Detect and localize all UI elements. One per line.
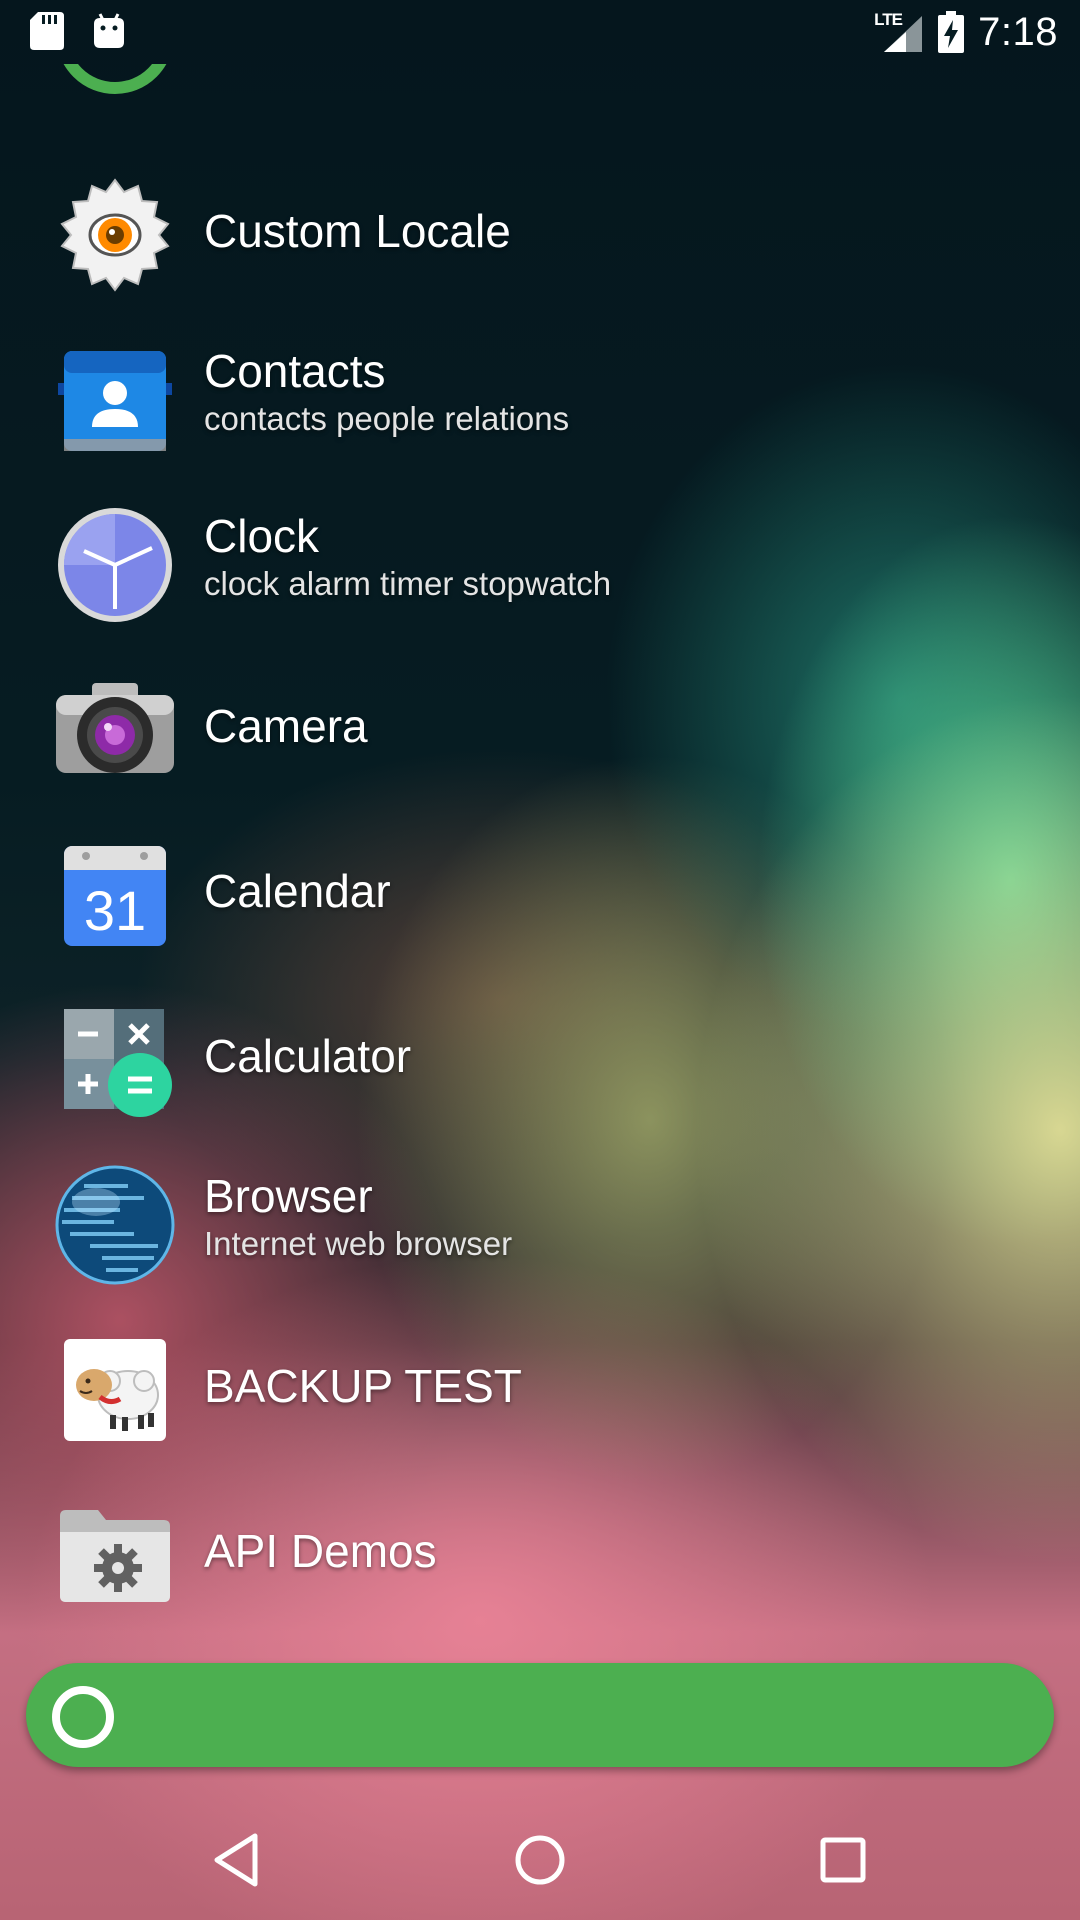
home-button[interactable] [500,1830,580,1890]
app-name: Calculator [204,1030,412,1082]
app-item-browser[interactable]: Browser Internet web browser [0,1144,1080,1304]
custom-locale-gear-icon [54,174,176,296]
sheep-icon [54,1329,176,1451]
app-list[interactable]: Custom Locale Contacts contacts people r… [0,64,1080,1654]
app-name: Clock [204,510,320,562]
android-debug-icon [94,13,124,48]
app-item-calendar[interactable]: 31 Calendar [0,814,1080,974]
folder-gear-icon [54,1494,176,1616]
search-bar[interactable] [26,1663,1054,1767]
recents-button[interactable] [803,1830,883,1890]
app-item-camera[interactable]: Camera [0,649,1080,809]
partial-app-icon [63,64,167,94]
app-name: Browser [204,1170,373,1222]
back-button[interactable] [197,1830,277,1890]
status-time: 7:18 [978,9,1058,54]
calendar-icon: 31 [54,834,176,956]
app-item-contacts[interactable]: Contacts contacts people relations [0,319,1080,479]
app-item-calculator[interactable]: Calculator [0,979,1080,1139]
recents-icon [820,1837,866,1883]
clock-icon [54,504,176,626]
contacts-icon [54,339,176,461]
app-name: API Demos [204,1525,437,1577]
lte-signal-icon: LTE [874,10,924,54]
sd-card-icon [30,12,64,50]
app-subtitle: clock alarm timer stopwatch [204,565,612,602]
calendar-icon-day: 31 [84,879,146,942]
app-subtitle: contacts people relations [204,400,570,437]
camera-icon [54,669,176,791]
app-name: Camera [204,700,368,752]
home-icon [515,1835,565,1885]
search-ring-icon [52,1686,114,1748]
app-name: Custom Locale [204,205,511,257]
app-item-api-demos[interactable]: API Demos [0,1474,1080,1634]
app-item-custom-locale[interactable]: Custom Locale [0,154,1080,314]
app-name: BACKUP TEST [204,1360,522,1412]
app-subtitle: Internet web browser [204,1225,513,1262]
app-name: Contacts [204,345,386,397]
globe-icon [54,1164,176,1286]
navigation-bar [0,1800,1080,1920]
back-icon [214,1833,258,1887]
battery-charging-icon [938,11,965,53]
app-name: Calendar [204,865,391,917]
list-item-partial[interactable] [0,64,1080,124]
status-bar: LTE 7:18 [0,0,1080,64]
calculator-icon [54,999,176,1121]
app-item-clock[interactable]: Clock clock alarm timer stopwatch [0,484,1080,644]
app-item-backup-test[interactable]: BACKUP TEST [0,1309,1080,1469]
